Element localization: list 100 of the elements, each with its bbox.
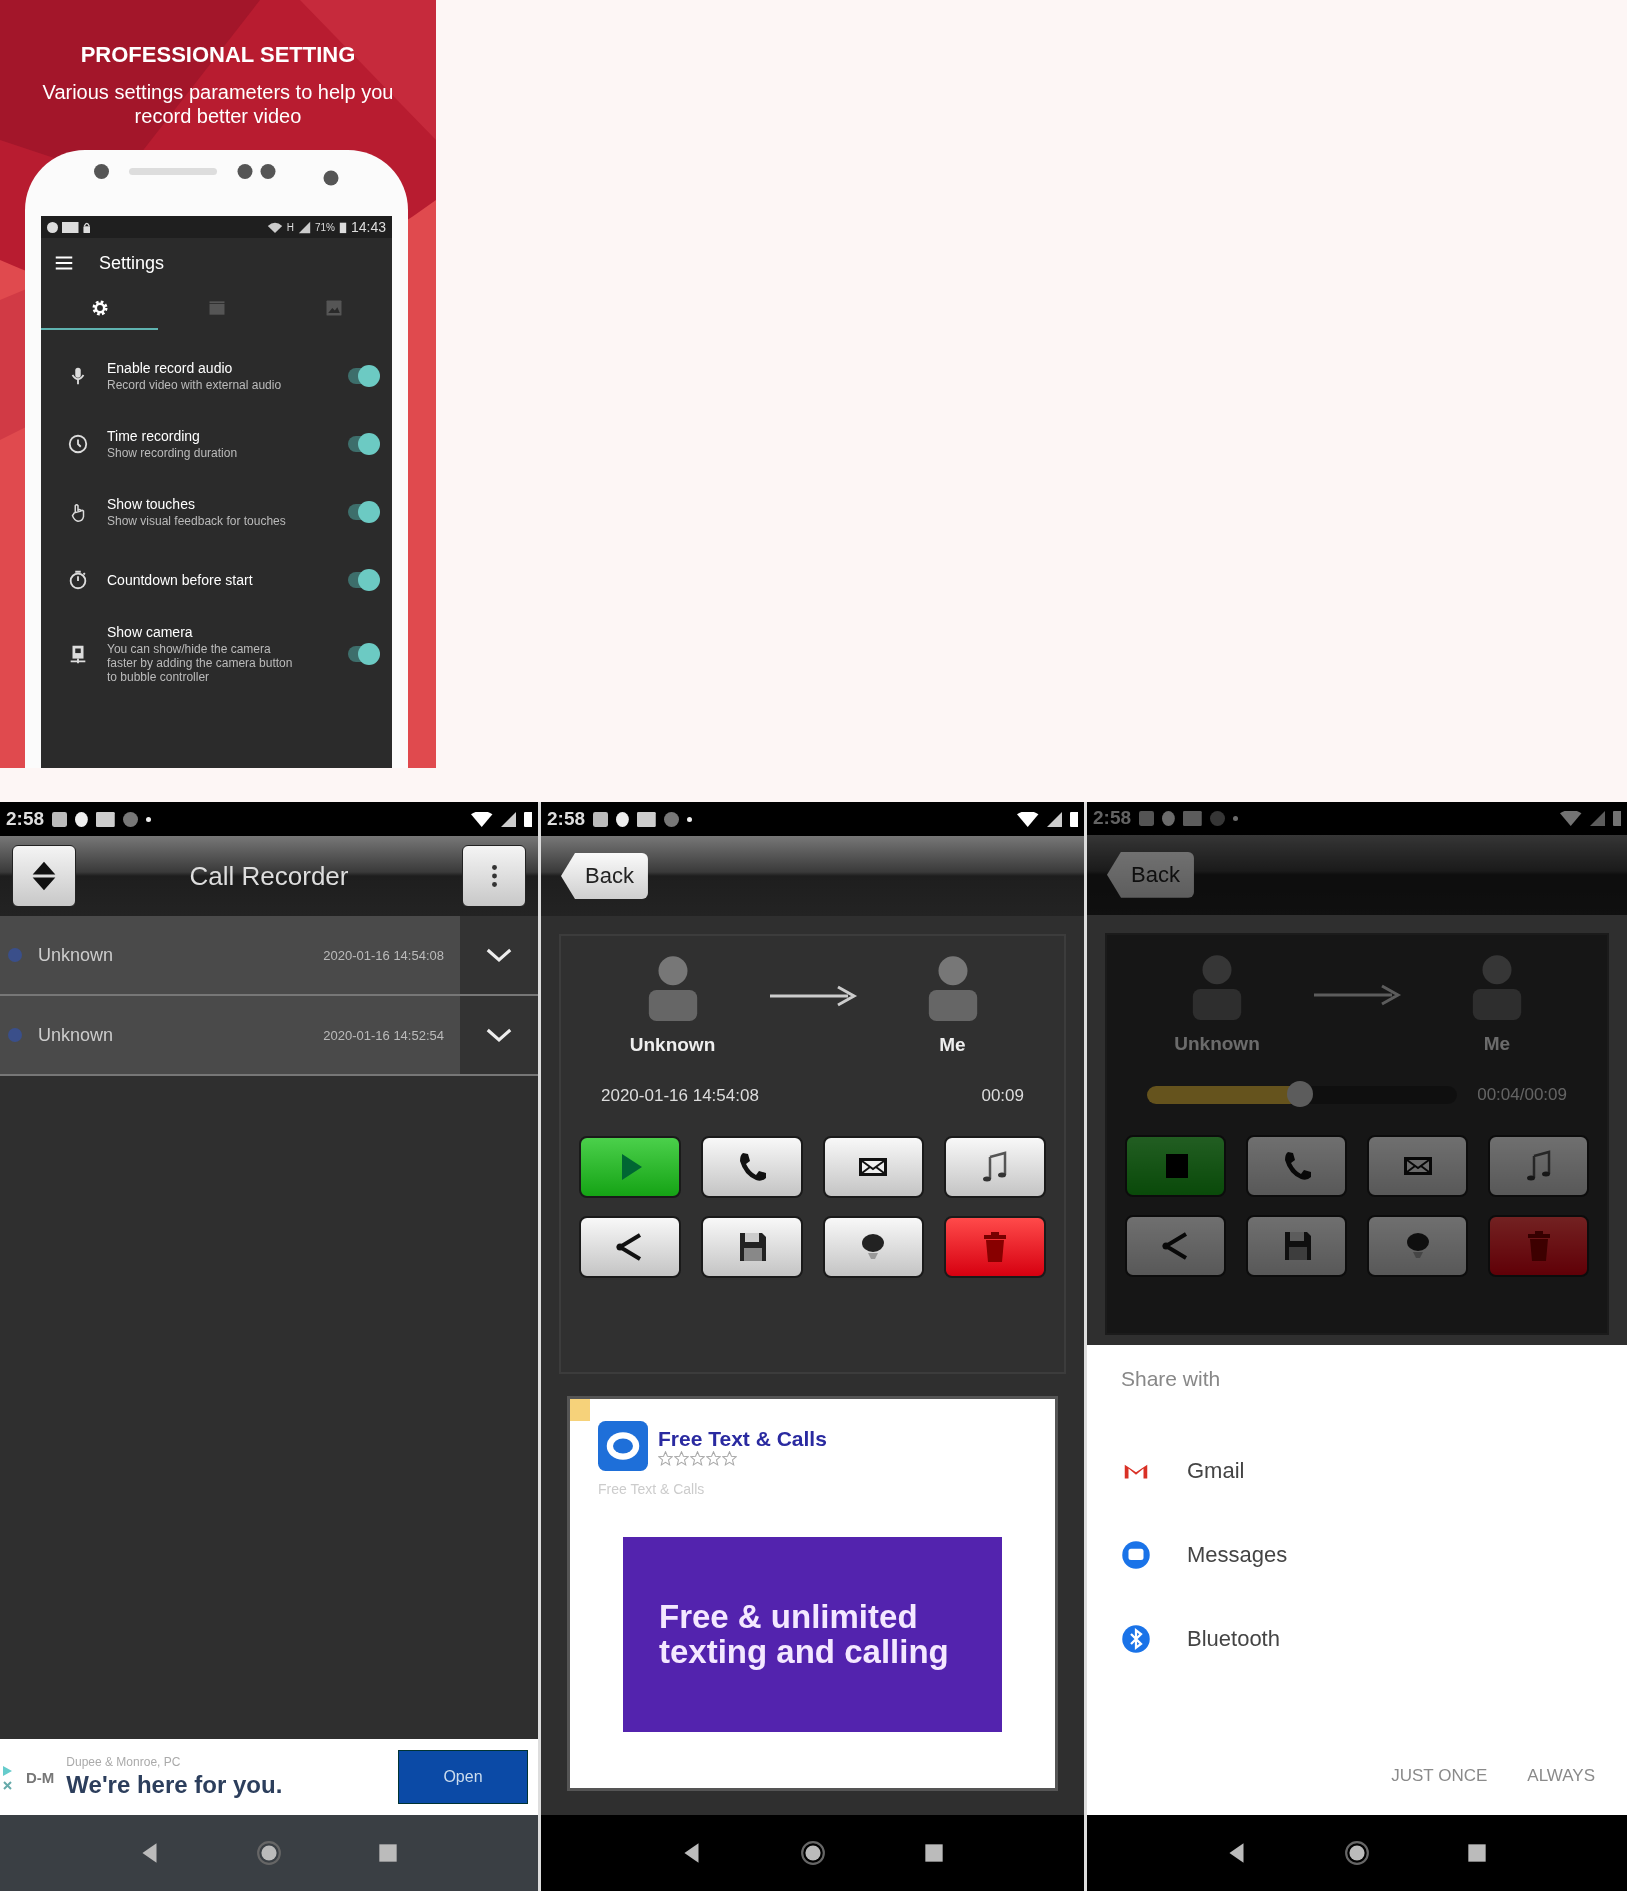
message-icon — [636, 811, 656, 827]
dot-icon — [8, 1028, 22, 1042]
home-nav-icon[interactable] — [799, 1840, 826, 1866]
toggle-switch[interactable] — [348, 368, 378, 384]
callee-name: Me — [939, 1034, 966, 1056]
battery-level: 71% — [314, 221, 335, 233]
caller-name: Unknown — [38, 1024, 114, 1046]
signal-icon — [1589, 810, 1605, 826]
clock-icon — [67, 433, 89, 455]
network-type: H — [286, 221, 294, 233]
play-button[interactable] — [579, 1136, 681, 1198]
app-notification-icon — [1139, 810, 1155, 826]
signal-icon — [297, 220, 311, 234]
status-time: 2:58 — [1093, 807, 1132, 830]
home-nav-icon[interactable] — [256, 1840, 282, 1866]
recording-date: 2020-01-16 14:52:54 — [323, 1027, 444, 1043]
status-time: 2:58 — [547, 808, 586, 830]
circle-icon — [122, 811, 138, 827]
more-options-button[interactable] — [462, 845, 526, 907]
lock-icon — [82, 221, 91, 233]
message-icon — [95, 811, 115, 827]
callee-name: Me — [1483, 1032, 1511, 1055]
caller-name: Unknown — [38, 944, 114, 966]
setting-description: Record video with external audio — [107, 378, 283, 392]
setting-title: Enable record audio — [107, 360, 234, 376]
share-button[interactable] — [579, 1216, 681, 1278]
wifi-icon — [1017, 811, 1039, 827]
dot-icon — [145, 816, 151, 822]
app-notification-icon — [52, 811, 68, 827]
save-button[interactable] — [700, 1216, 803, 1278]
battery-icon — [338, 220, 347, 234]
signal-icon — [500, 811, 516, 827]
dot-icon — [686, 816, 692, 822]
video-camera-icon — [62, 221, 79, 233]
toggle-switch[interactable] — [348, 436, 378, 452]
wifi-icon — [471, 811, 493, 827]
caller-name: Unknown — [629, 1034, 716, 1056]
message-icon — [1182, 810, 1202, 826]
dot-icon — [8, 948, 22, 962]
app-name: Free Text & Calls — [658, 1426, 827, 1451]
wifi-icon — [266, 220, 283, 234]
stop-button[interactable] — [1125, 1134, 1226, 1197]
circle-icon — [1209, 810, 1225, 826]
music-button[interactable] — [944, 1136, 1046, 1198]
recording-duration: 00:09 — [981, 1086, 1024, 1106]
dot-icon — [1232, 815, 1238, 821]
setting-description: Show recording duration — [107, 446, 239, 460]
share-target[interactable]: Gmail — [1121, 1429, 1627, 1513]
ad-banner-image[interactable]: Free & unlimited texting and calling — [623, 1537, 1002, 1732]
toggle-switch[interactable] — [348, 646, 378, 662]
ad-marker-icon — [570, 1399, 590, 1421]
home-nav-icon[interactable] — [1344, 1840, 1370, 1866]
promo-title: PROFESSIONAL SETTING — [80, 42, 356, 68]
advertiser-name: Dupee & Monroe, PC — [66, 1755, 182, 1769]
mail-button[interactable] — [822, 1136, 925, 1198]
app-bar-title: Settings — [99, 252, 165, 274]
record-button[interactable] — [822, 1216, 925, 1278]
back-button[interactable]: Back — [561, 853, 648, 899]
delete-button[interactable] — [944, 1216, 1046, 1278]
status-time: 2:58 — [6, 808, 45, 830]
playback-time: 00:04/00:09 — [1477, 1084, 1567, 1105]
recording-date: 2020-01-16 14:54:08 — [323, 947, 444, 963]
toggle-switch[interactable] — [348, 504, 378, 520]
chat-bubble-app-icon — [598, 1421, 648, 1471]
bluetooth-icon — [1121, 1624, 1151, 1654]
banner-text: Free & unlimited texting and calling — [659, 1599, 950, 1670]
caller-name: Unknown — [1174, 1032, 1260, 1055]
battery-icon — [1069, 811, 1078, 827]
advertiser-logo: D-M — [26, 1768, 55, 1786]
setting-description: Show visual feedback for touches — [107, 514, 287, 528]
share-sheet-title: Share with — [1121, 1367, 1222, 1392]
ad-headline: We're here for you. — [66, 1771, 284, 1799]
stopwatch-icon — [67, 569, 89, 591]
setting-title: Time recording — [107, 428, 201, 444]
battery-icon — [523, 811, 532, 827]
sort-button[interactable] — [12, 845, 76, 907]
share-target[interactable]: Messages — [1121, 1513, 1627, 1597]
setting-description: You can show/hide the camera faster by adding the camera button to bubble controller — [107, 642, 294, 684]
signal-icon — [1046, 811, 1062, 827]
more-options-icon — [491, 865, 497, 887]
open-button[interactable]: Open — [398, 1750, 528, 1804]
promo-subtitle: Various settings parameters to help you record better video — [41, 80, 395, 128]
circle-icon — [663, 811, 679, 827]
call-button[interactable] — [700, 1136, 803, 1198]
arrow-icon — [1312, 982, 1402, 1007]
arrow-icon — [767, 984, 858, 1008]
setting-title: Countdown before start — [107, 572, 254, 588]
ad-banner[interactable]: D-M Dupee & Monroe, PC We're here for you. Open — [0, 1739, 538, 1815]
wifi-icon — [1560, 810, 1582, 826]
recording-row[interactable]: Unknown 2020-01-16 14:52:54 — [0, 996, 538, 1076]
battery-icon — [1612, 810, 1621, 826]
setting-title: Show touches — [107, 496, 196, 512]
app-notification-icon — [593, 811, 609, 827]
recording-date: 2020-01-16 14:54:08 — [601, 1086, 759, 1106]
status-time: 14:43 — [350, 219, 386, 235]
share-target[interactable]: Bluetooth — [1121, 1597, 1627, 1681]
setting-title: Show camera — [107, 624, 194, 640]
share-action-button[interactable]: ALWAYS — [1521, 1765, 1601, 1787]
recording-row[interactable]: Unknown 2020-01-16 14:54:08 — [0, 916, 538, 996]
toggle-switch[interactable] — [348, 572, 378, 588]
